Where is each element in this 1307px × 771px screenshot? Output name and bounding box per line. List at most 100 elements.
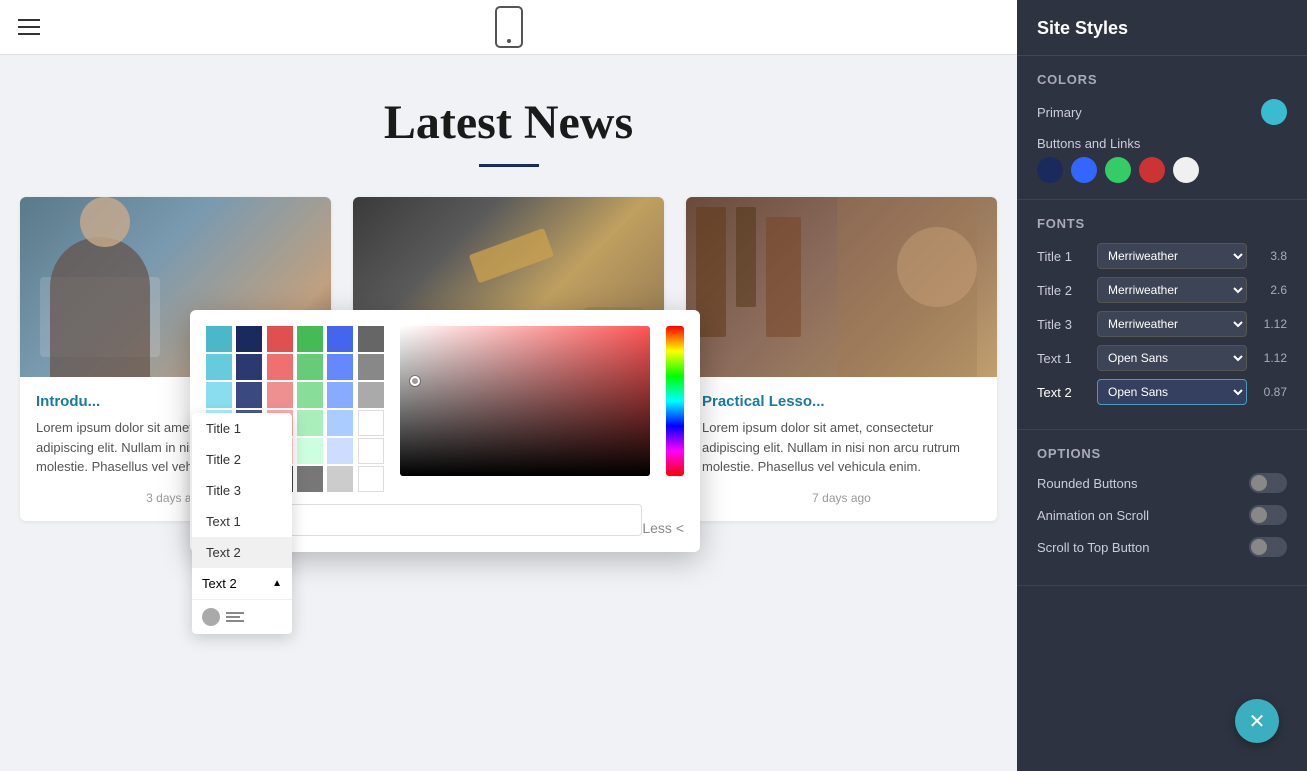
font-title2-select[interactable]: Merriweather — [1097, 277, 1247, 303]
font-list-title1[interactable]: Title 1 — [192, 413, 292, 444]
buttons-links-label-row: Buttons and Links — [1037, 135, 1287, 153]
card-3-text: Lorem ipsum dolor sit amet, consectetur … — [702, 418, 981, 477]
main-area: Latest News Introdu... Lorem ipsum dolor… — [0, 0, 1017, 771]
toggle-knob-1 — [1251, 475, 1267, 491]
align-icon[interactable] — [226, 612, 244, 622]
font-title3-label: Title 3 — [1037, 317, 1089, 332]
btn-link-colors — [1037, 157, 1287, 183]
font-text1-size: 1.12 — [1255, 351, 1287, 365]
primary-color-circle[interactable] — [1261, 99, 1287, 125]
option-animation-scroll: Animation on Scroll — [1037, 505, 1287, 525]
btn-color-5[interactable] — [1173, 157, 1199, 183]
toggle-knob-2 — [1251, 507, 1267, 523]
picker-cursor[interactable] — [410, 376, 420, 386]
font-text1-label: Text 1 — [1037, 351, 1089, 366]
swatch-2[interactable] — [236, 326, 262, 352]
swatch-13[interactable] — [206, 382, 232, 408]
swatch-6[interactable] — [358, 326, 384, 352]
buttons-links-label: Buttons and Links — [1037, 136, 1140, 151]
gradient-box[interactable] — [400, 326, 650, 476]
swatch-7[interactable] — [206, 354, 232, 380]
card-3-body: Practical Lesso... Lorem ipsum dolor sit… — [686, 377, 997, 521]
font-title3-select[interactable]: Merriweather — [1097, 311, 1247, 337]
animation-scroll-toggle[interactable] — [1249, 505, 1287, 525]
mobile-preview-icon[interactable] — [495, 6, 523, 48]
close-fab-button[interactable]: ✕ — [1235, 699, 1279, 743]
swatch-23[interactable] — [327, 410, 353, 436]
page-title: Latest News — [384, 95, 633, 150]
chevron-up-icon: ▲ — [272, 578, 282, 589]
font-text2-select[interactable]: Open Sans — [1097, 379, 1247, 405]
font-title3-size: 1.12 — [1255, 317, 1287, 331]
swatch-11[interactable] — [327, 354, 353, 380]
swatch-5[interactable] — [327, 326, 353, 352]
swatch-30[interactable] — [358, 438, 384, 464]
fonts-section: Fonts Title 1 Merriweather 3.8 Title 2 M… — [1017, 200, 1307, 430]
btn-color-3[interactable] — [1105, 157, 1131, 183]
options-section: Options Rounded Buttons Animation on Scr… — [1017, 430, 1307, 586]
font-title1-select[interactable]: Merriweather — [1097, 243, 1247, 269]
font-text1-select[interactable]: Open Sans — [1097, 345, 1247, 371]
font-row-title1: Title 1 Merriweather 3.8 — [1037, 243, 1287, 269]
font-title1-label: Title 1 — [1037, 249, 1089, 264]
less-button[interactable]: Less < — [642, 520, 684, 536]
btn-color-4[interactable] — [1139, 157, 1165, 183]
hamburger-menu[interactable] — [18, 19, 40, 35]
swatch-4[interactable] — [297, 326, 323, 352]
swatch-28[interactable] — [297, 438, 323, 464]
swatch-1[interactable] — [206, 326, 232, 352]
swatch-15[interactable] — [267, 382, 293, 408]
font-list-text1[interactable]: Text 1 — [192, 506, 292, 537]
font-list-text2-selected[interactable]: Text 2 ▲ — [192, 568, 292, 599]
swatch-14[interactable] — [236, 382, 262, 408]
options-section-label: Options — [1037, 446, 1287, 461]
font-row-text2: Text 2 Open Sans 0.87 — [1037, 379, 1287, 405]
swatch-22[interactable] — [297, 410, 323, 436]
swatch-3[interactable] — [267, 326, 293, 352]
font-row-text1: Text 1 Open Sans 1.12 — [1037, 345, 1287, 371]
font-text2-size: 0.87 — [1255, 385, 1287, 399]
font-list-active-label: Text 2 — [202, 576, 237, 591]
rounded-buttons-label: Rounded Buttons — [1037, 476, 1137, 491]
color-dot[interactable] — [202, 608, 220, 626]
panel-header: Site Styles — [1017, 0, 1307, 56]
btn-color-2[interactable] — [1071, 157, 1097, 183]
swatch-29[interactable] — [327, 438, 353, 464]
swatch-16[interactable] — [297, 382, 323, 408]
primary-row: Primary — [1037, 99, 1287, 125]
swatch-9[interactable] — [267, 354, 293, 380]
btn-color-1[interactable] — [1037, 157, 1063, 183]
spectrum-bar[interactable] — [666, 326, 684, 476]
card-3-image — [686, 197, 997, 377]
font-row-title2: Title 2 Merriweather 2.6 — [1037, 277, 1287, 303]
card-3-link[interactable]: Practical Lesso... — [702, 393, 981, 410]
swatch-17[interactable] — [327, 382, 353, 408]
font-text2-label: Text 2 — [1037, 385, 1089, 400]
font-list-title3[interactable]: Title 3 — [192, 475, 292, 506]
option-scroll-top: Scroll to Top Button — [1037, 537, 1287, 557]
colors-section: Colors Primary Buttons and Links — [1017, 56, 1307, 200]
primary-label: Primary — [1037, 105, 1082, 120]
swatch-24[interactable] — [358, 410, 384, 436]
rounded-buttons-toggle[interactable] — [1249, 473, 1287, 493]
swatch-36[interactable] — [358, 466, 384, 492]
gradient-with-spectrum — [400, 326, 684, 476]
font-title2-size: 2.6 — [1255, 283, 1287, 297]
swatch-34[interactable] — [297, 466, 323, 492]
font-list-title2[interactable]: Title 2 — [192, 444, 292, 475]
card-3: Practical Lesso... Lorem ipsum dolor sit… — [686, 197, 997, 521]
option-rounded-buttons: Rounded Buttons — [1037, 473, 1287, 493]
swatch-18[interactable] — [358, 382, 384, 408]
animation-scroll-label: Animation on Scroll — [1037, 508, 1149, 523]
font-list-text2[interactable]: Text 2 — [192, 537, 292, 568]
scroll-top-toggle[interactable] — [1249, 537, 1287, 557]
font-row-title3: Title 3 Merriweather 1.12 — [1037, 311, 1287, 337]
swatch-12[interactable] — [358, 354, 384, 380]
font-list-popup: Title 1 Title 2 Title 3 Text 1 Text 2 Te… — [192, 413, 292, 634]
font-title1-size: 3.8 — [1255, 249, 1287, 263]
right-panel: Site Styles Colors Primary Buttons and L… — [1017, 0, 1307, 771]
swatch-35[interactable] — [327, 466, 353, 492]
toggle-knob-3 — [1251, 539, 1267, 555]
swatch-8[interactable] — [236, 354, 262, 380]
swatch-10[interactable] — [297, 354, 323, 380]
